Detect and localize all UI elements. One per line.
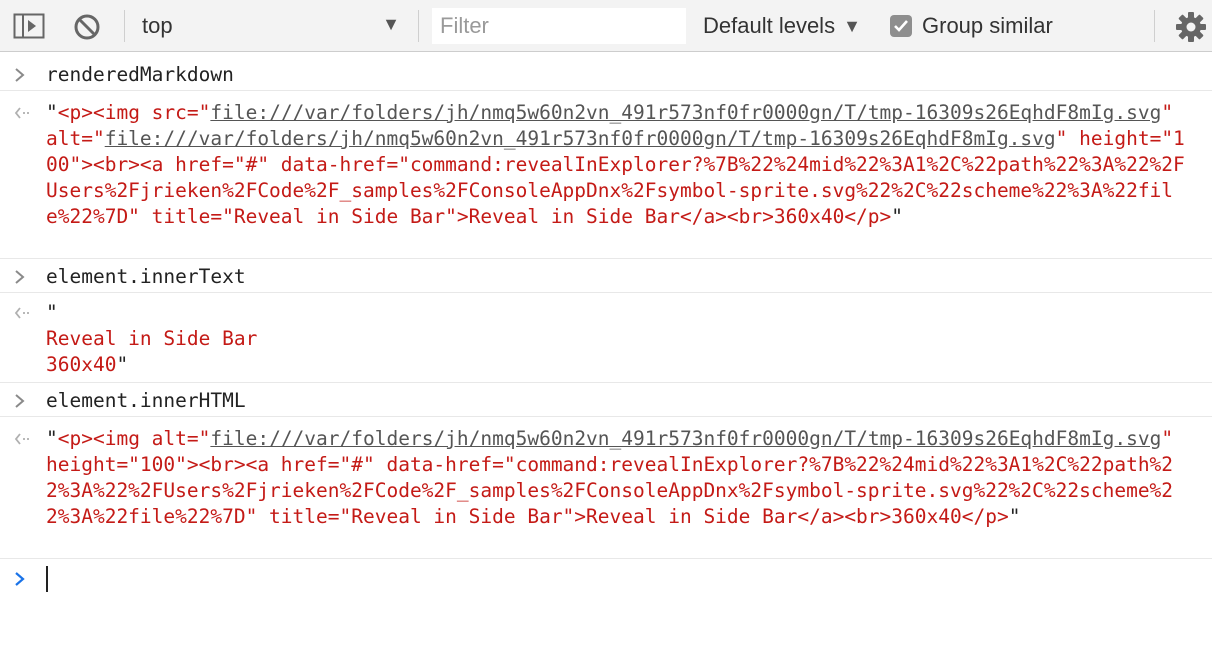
console-result-string: " Reveal in Side Bar 360x40" — [46, 300, 1186, 378]
input-chevron-icon — [14, 388, 34, 414]
string-segment: <p><img alt=" — [57, 427, 211, 450]
console-input-row: element.innerHTML — [0, 388, 1212, 417]
result-arrow-icon — [14, 100, 34, 126]
console-result-string: "<p><img alt="file:///var/folders/jh/nmq… — [46, 426, 1186, 530]
group-similar-label: Group similar — [922, 13, 1053, 38]
context-selector[interactable]: top ▼ — [142, 8, 404, 44]
console-input-row: element.innerText — [0, 264, 1212, 293]
prompt-chevron-icon — [14, 566, 34, 592]
console-result-row: "<p><img alt="file:///var/folders/jh/nmq… — [0, 426, 1212, 559]
console-toolbar: top ▼ Default levels ▼ Group similar — [0, 0, 1212, 52]
console-result-row: " Reveal in Side Bar 360x40" — [0, 300, 1212, 383]
quote: " — [116, 353, 129, 376]
gear-icon[interactable] — [1174, 10, 1208, 44]
quote: " — [891, 205, 904, 228]
clear-console-icon[interactable] — [72, 12, 102, 42]
console-command: element.innerHTML — [46, 389, 246, 412]
toolbar-separator — [418, 10, 419, 42]
input-chevron-icon — [14, 264, 34, 290]
quote: " — [46, 301, 58, 324]
file-link[interactable]: file:///var/folders/jh/nmq5w60n2vn_491r5… — [210, 101, 1161, 124]
context-selector-label: top — [142, 13, 173, 38]
console-command: renderedMarkdown — [46, 63, 234, 86]
checkbox-check-icon[interactable] — [890, 15, 912, 37]
text-cursor — [46, 566, 48, 592]
console-result-row: "<p><img src="file:///var/folders/jh/nmq… — [0, 100, 1212, 259]
string-segment: <p><img src=" — [57, 101, 211, 124]
sidebar-toggle-icon[interactable] — [12, 12, 46, 40]
filter-input[interactable] — [432, 8, 686, 44]
console-command: element.innerText — [46, 265, 246, 288]
console-input-row: renderedMarkdown — [0, 62, 1212, 91]
result-arrow-icon — [14, 300, 34, 326]
toolbar-separator — [1154, 10, 1155, 42]
input-chevron-icon — [14, 62, 34, 88]
toolbar-separator — [124, 10, 125, 42]
file-link[interactable]: file:///var/folders/jh/nmq5w60n2vn_491r5… — [105, 127, 1056, 150]
dropdown-caret-icon: ▼ — [382, 14, 400, 34]
result-arrow-icon — [14, 426, 34, 452]
log-levels-dropdown[interactable]: Default levels ▼ — [703, 8, 861, 44]
console-result-string: "<p><img src="file:///var/folders/jh/nmq… — [46, 100, 1186, 230]
quote: " — [46, 101, 58, 124]
quote: " — [1008, 505, 1021, 528]
console-prompt[interactable] — [0, 566, 1212, 596]
log-levels-label: Default levels — [703, 13, 836, 38]
console-output: renderedMarkdown "<p><img src="file:///v… — [0, 52, 1212, 664]
quote: " — [46, 427, 58, 450]
file-link[interactable]: file:///var/folders/jh/nmq5w60n2vn_491r5… — [210, 427, 1161, 450]
string-segment: Reveal in Side Bar 360x40 — [46, 327, 258, 376]
group-similar-toggle[interactable]: Group similar — [890, 8, 1053, 44]
dropdown-caret-icon: ▼ — [843, 15, 861, 36]
